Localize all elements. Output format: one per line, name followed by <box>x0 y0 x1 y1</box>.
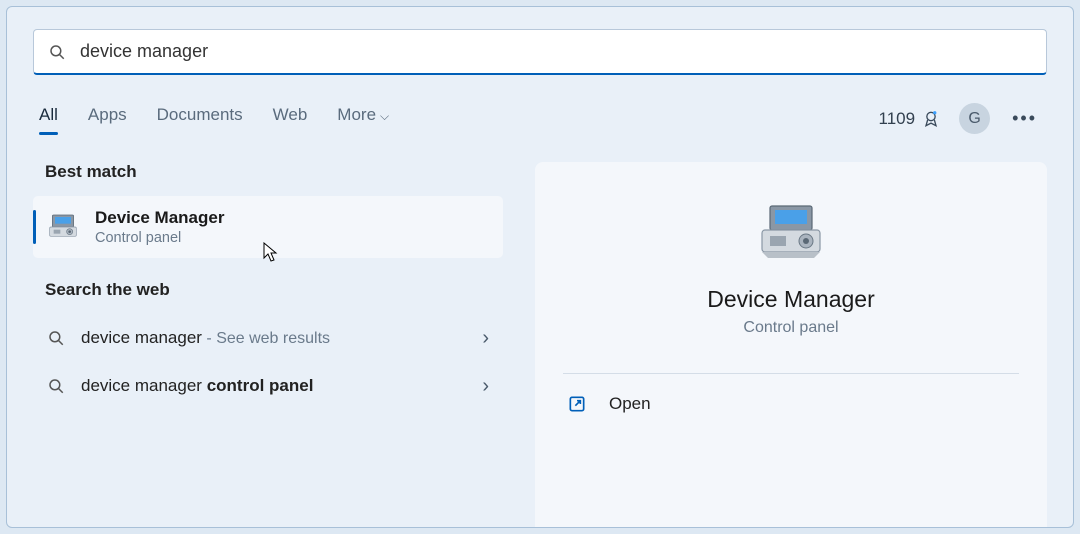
open-label: Open <box>609 394 651 414</box>
tab-web[interactable]: Web <box>273 105 308 133</box>
medal-icon <box>921 109 941 129</box>
chevron-right-icon: › <box>482 375 489 398</box>
results-column: Best match Device Manager Control panel <box>33 162 503 527</box>
device-manager-large-icon <box>756 198 826 268</box>
search-window: All Apps Documents Web More⌵ 1109 G ••• <box>6 6 1074 528</box>
web-result-0[interactable]: device manager - See web results › <box>33 314 503 362</box>
tab-more[interactable]: More⌵ <box>337 105 389 133</box>
more-options-button[interactable]: ••• <box>1008 108 1041 129</box>
web-result-label: device manager - See web results <box>81 328 330 348</box>
chevron-right-icon: › <box>482 327 489 350</box>
detail-subtitle: Control panel <box>743 319 838 337</box>
detail-title: Device Manager <box>707 286 874 313</box>
search-icon <box>48 43 66 61</box>
user-avatar[interactable]: G <box>959 103 990 134</box>
mouse-cursor-icon <box>263 242 279 264</box>
chevron-down-icon: ⌵ <box>380 109 389 123</box>
web-result-1[interactable]: device manager control panel › <box>33 362 503 410</box>
search-web-heading: Search the web <box>45 280 503 300</box>
device-manager-icon <box>47 211 79 243</box>
search-icon <box>47 377 65 395</box>
tab-all[interactable]: All <box>39 105 58 133</box>
search-input[interactable] <box>80 41 1032 62</box>
open-external-icon <box>567 394 587 414</box>
open-action[interactable]: Open <box>563 374 1019 434</box>
tab-apps[interactable]: Apps <box>88 105 127 133</box>
detail-panel: Device Manager Control panel Open <box>535 162 1047 527</box>
rewards-points[interactable]: 1109 <box>879 109 942 129</box>
tab-documents[interactable]: Documents <box>157 105 243 133</box>
result-subtitle: Control panel <box>95 230 224 246</box>
best-match-heading: Best match <box>45 162 503 182</box>
filter-tab-row: All Apps Documents Web More⌵ 1109 G ••• <box>33 103 1047 134</box>
web-result-label: device manager control panel <box>81 376 313 396</box>
result-title: Device Manager <box>95 208 224 228</box>
best-match-result[interactable]: Device Manager Control panel <box>33 196 503 258</box>
search-bar[interactable] <box>33 29 1047 75</box>
search-icon <box>47 329 65 347</box>
